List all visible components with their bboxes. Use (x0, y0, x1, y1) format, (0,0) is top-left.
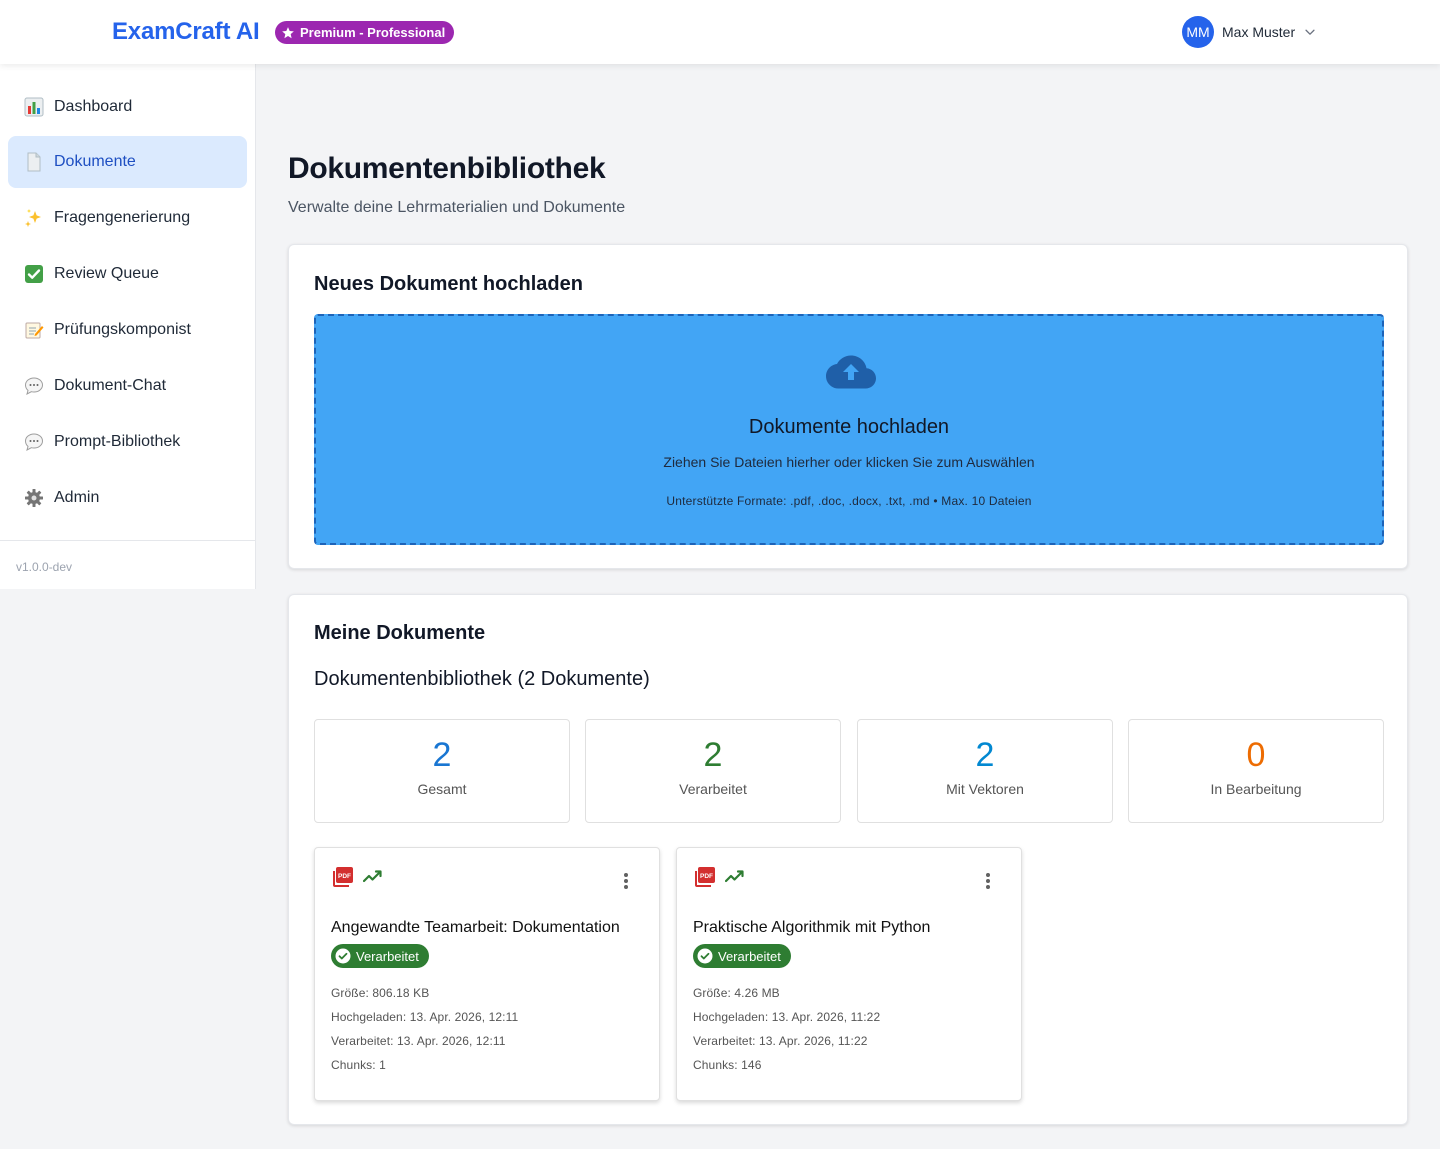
sidebar-item-admin[interactable]: Admin (8, 472, 247, 524)
version-label: v1.0.0-dev (16, 560, 73, 574)
documents-card-title: Meine Dokumente (314, 622, 486, 644)
sidebar-item-label: Admin (54, 489, 100, 506)
plan-badge-label: Premium - Professional (300, 25, 446, 40)
upload-card: Neues Dokument hochladen Dokumente hochl… (288, 244, 1408, 569)
documents-card: Meine Dokumente Dokumentenbibliothek (2 … (288, 594, 1408, 1125)
user-name[interactable]: Max Muster (1222, 24, 1295, 40)
sidebar-item-label: Dokument-Chat (54, 377, 167, 394)
dropzone-formats: Unterstützte Formate: .pdf, .doc, .docx,… (666, 494, 1032, 508)
library-heading: Dokumentenbibliothek (2 Dokumente) (314, 668, 650, 690)
speech-bubble-icon (24, 432, 44, 452)
status-badge: Verarbeitet (693, 944, 791, 968)
svg-text:PDF: PDF (700, 873, 713, 880)
sidebar-item-label: Dokumente (54, 153, 136, 170)
gear-icon (24, 488, 44, 508)
sparkles-icon (24, 208, 44, 228)
chevron-down-icon[interactable] (1303, 25, 1317, 39)
dropzone-subtitle: Ziehen Sie Dateien hierher oder klicken … (663, 454, 1035, 470)
sidebar-item-label: Fragengenerierung (54, 209, 191, 226)
status-label: Verarbeitet (356, 948, 419, 964)
upload-dropzone[interactable]: Dokumente hochladen Ziehen Sie Dateien h… (314, 314, 1384, 545)
stat-value: 2 (432, 736, 452, 774)
document-size: Größe: 4.26 MB (693, 986, 780, 1000)
sidebar-item-review-queue[interactable]: Review Queue (8, 248, 247, 300)
document-size: Größe: 806.18 KB (331, 986, 430, 1000)
stat-value: 2 (975, 736, 995, 774)
bar-chart-icon (24, 97, 44, 117)
sidebar-divider (0, 540, 255, 541)
sidebar-item-label: Prüfungskomponist (54, 321, 191, 338)
star-icon (282, 26, 294, 38)
plan-badge: Premium - Professional (275, 21, 455, 44)
sidebar-item-label: Dashboard (54, 98, 133, 115)
document-chunks: Chunks: 146 (693, 1058, 762, 1072)
pdf-icon: PDF (695, 867, 715, 887)
status-label: Verarbeitet (718, 948, 781, 964)
stat-in-progress: 0 In Bearbeitung (1128, 719, 1384, 823)
sidebar-item-dokumente[interactable]: Dokumente (8, 136, 247, 188)
sidebar-item-dokument-chat[interactable]: Dokument-Chat (8, 360, 247, 412)
check-box-icon (24, 264, 44, 284)
document-processed: Verarbeitet: 13. Apr. 2026, 11:22 (693, 1034, 868, 1048)
sidebar-item-label: Prompt-Bibliothek (54, 433, 181, 450)
document-chunks: Chunks: 1 (331, 1058, 386, 1072)
memo-icon (24, 320, 44, 340)
stat-value: 2 (703, 736, 723, 774)
document-title: Angewandte Teamarbeit: Dokumentation (331, 919, 620, 936)
stat-with-vectors: 2 Mit Vektoren (857, 719, 1113, 823)
stat-value: 0 (1246, 736, 1266, 774)
document-processed: Verarbeitet: 13. Apr. 2026, 12:11 (331, 1034, 506, 1048)
sidebar: Dashboard Dokumente Fragengenerierung Re… (0, 64, 256, 589)
brand-logo-text[interactable]: ExamCraft AI (112, 18, 260, 46)
speech-bubble-icon (24, 376, 44, 396)
dropzone-title: Dokumente hochladen (748, 416, 950, 438)
stat-total: 2 Gesamt (314, 719, 570, 823)
avatar[interactable]: MM (1182, 16, 1214, 48)
document-title: Praktische Algorithmik mit Python (693, 919, 931, 936)
check-circle-icon (335, 948, 351, 964)
sidebar-item-dashboard[interactable]: Dashboard (8, 81, 247, 133)
document-icon (24, 152, 44, 172)
pdf-icon: PDF (333, 867, 353, 887)
trending-up-icon (363, 870, 382, 883)
page-title: Dokumentenbibliothek (288, 152, 606, 185)
user-menu[interactable]: MM Max Muster (1182, 16, 1317, 48)
sidebar-item-label: Review Queue (54, 265, 159, 282)
sidebar-item-fragengenerierung[interactable]: Fragengenerierung (8, 192, 247, 244)
sidebar-item-prompt-bibliothek[interactable]: Prompt-Bibliothek (8, 416, 247, 468)
stat-label: Mit Vektoren (946, 781, 1024, 797)
trending-up-icon (725, 870, 744, 883)
page-subtitle: Verwalte deine Lehrmaterialien und Dokum… (288, 199, 626, 216)
stat-label: Verarbeitet (679, 781, 747, 797)
document-card[interactable]: PDF Angewandte Teamarbeit: Dokumentation… (314, 847, 660, 1101)
document-uploaded: Hochgeladen: 13. Apr. 2026, 12:11 (331, 1010, 519, 1024)
stat-label: In Bearbeitung (1210, 781, 1302, 797)
check-circle-icon (697, 948, 713, 964)
document-uploaded: Hochgeladen: 13. Apr. 2026, 11:22 (693, 1010, 881, 1024)
more-vertical-icon[interactable] (980, 871, 996, 891)
more-vertical-icon[interactable] (618, 871, 634, 891)
cloud-upload-icon (826, 355, 876, 389)
stat-label: Gesamt (417, 781, 467, 797)
document-card[interactable]: PDF Praktische Algorithmik mit Python Ve… (676, 847, 1022, 1101)
top-app-bar: ExamCraft AI Premium - Professional MM M… (0, 0, 1440, 64)
upload-card-title: Neues Dokument hochladen (314, 273, 583, 295)
stat-processed: 2 Verarbeitet (585, 719, 841, 823)
sidebar-item-pruefungskomponist[interactable]: Prüfungskomponist (8, 304, 247, 356)
status-badge: Verarbeitet (331, 944, 429, 968)
svg-text:PDF: PDF (338, 873, 351, 880)
